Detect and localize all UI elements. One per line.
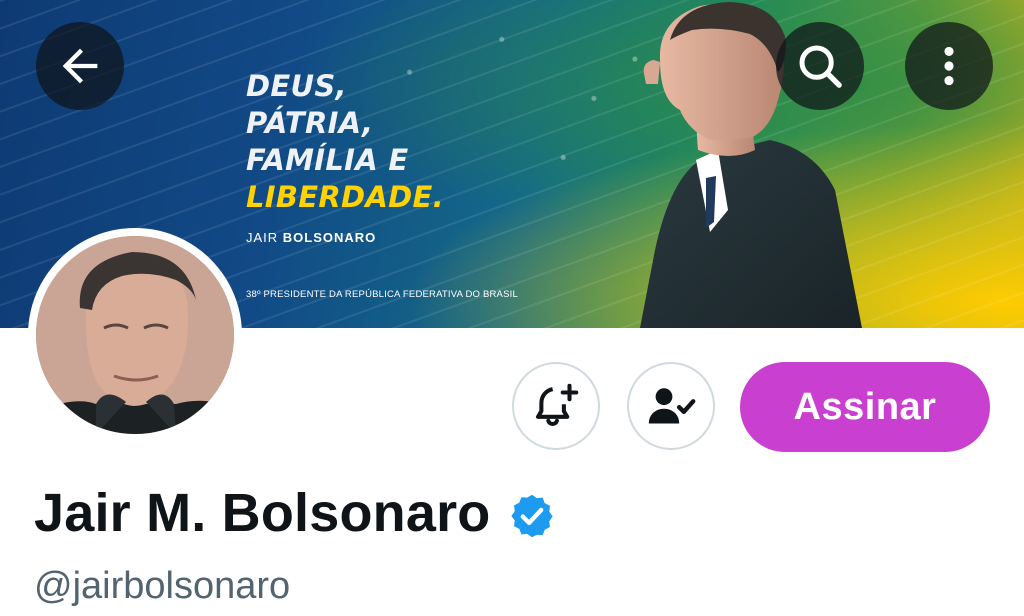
- banner-slogan: DEUS, PÁTRIA, FAMÍLIA E LIBERDADE.: [246, 68, 444, 216]
- slogan-line-3: FAMÍLIA E: [246, 143, 409, 177]
- search-icon: [799, 45, 842, 88]
- bell-plus-icon: [535, 383, 579, 426]
- arrow-left-icon: [62, 48, 98, 84]
- profile-avatar[interactable]: [28, 228, 242, 442]
- avatar-portrait: [36, 236, 234, 434]
- verified-badge-icon[interactable]: [507, 491, 557, 541]
- banner-subline: 38º PRESIDENTE DA REPÚBLICA FEDERATIVA D…: [246, 289, 518, 300]
- signature-last: BOLSONARO: [282, 230, 377, 245]
- slogan-line-2: PÁTRIA,: [246, 106, 374, 140]
- profile-handle: @jairbolsonaro: [34, 565, 291, 607]
- more-options-button[interactable]: [905, 22, 993, 110]
- search-button[interactable]: [776, 22, 864, 110]
- subscribe-button[interactable]: Assinar: [740, 362, 990, 452]
- slogan-line-4: LIBERDADE.: [246, 180, 444, 214]
- notifications-button[interactable]: [512, 362, 600, 450]
- more-vertical-icon: [944, 46, 954, 86]
- display-name: Jair M. Bolsonaro: [34, 483, 491, 543]
- following-button[interactable]: [627, 362, 715, 450]
- back-button[interactable]: [36, 22, 124, 110]
- slogan-line-1: DEUS,: [246, 69, 347, 103]
- person-check-icon: [648, 388, 696, 424]
- profile-name-row: Jair M. Bolsonaro: [34, 482, 557, 544]
- banner-signature: JAIR BOLSONARO: [246, 230, 376, 245]
- avatar-photo: [36, 236, 234, 434]
- signature-first: JAIR: [246, 230, 279, 245]
